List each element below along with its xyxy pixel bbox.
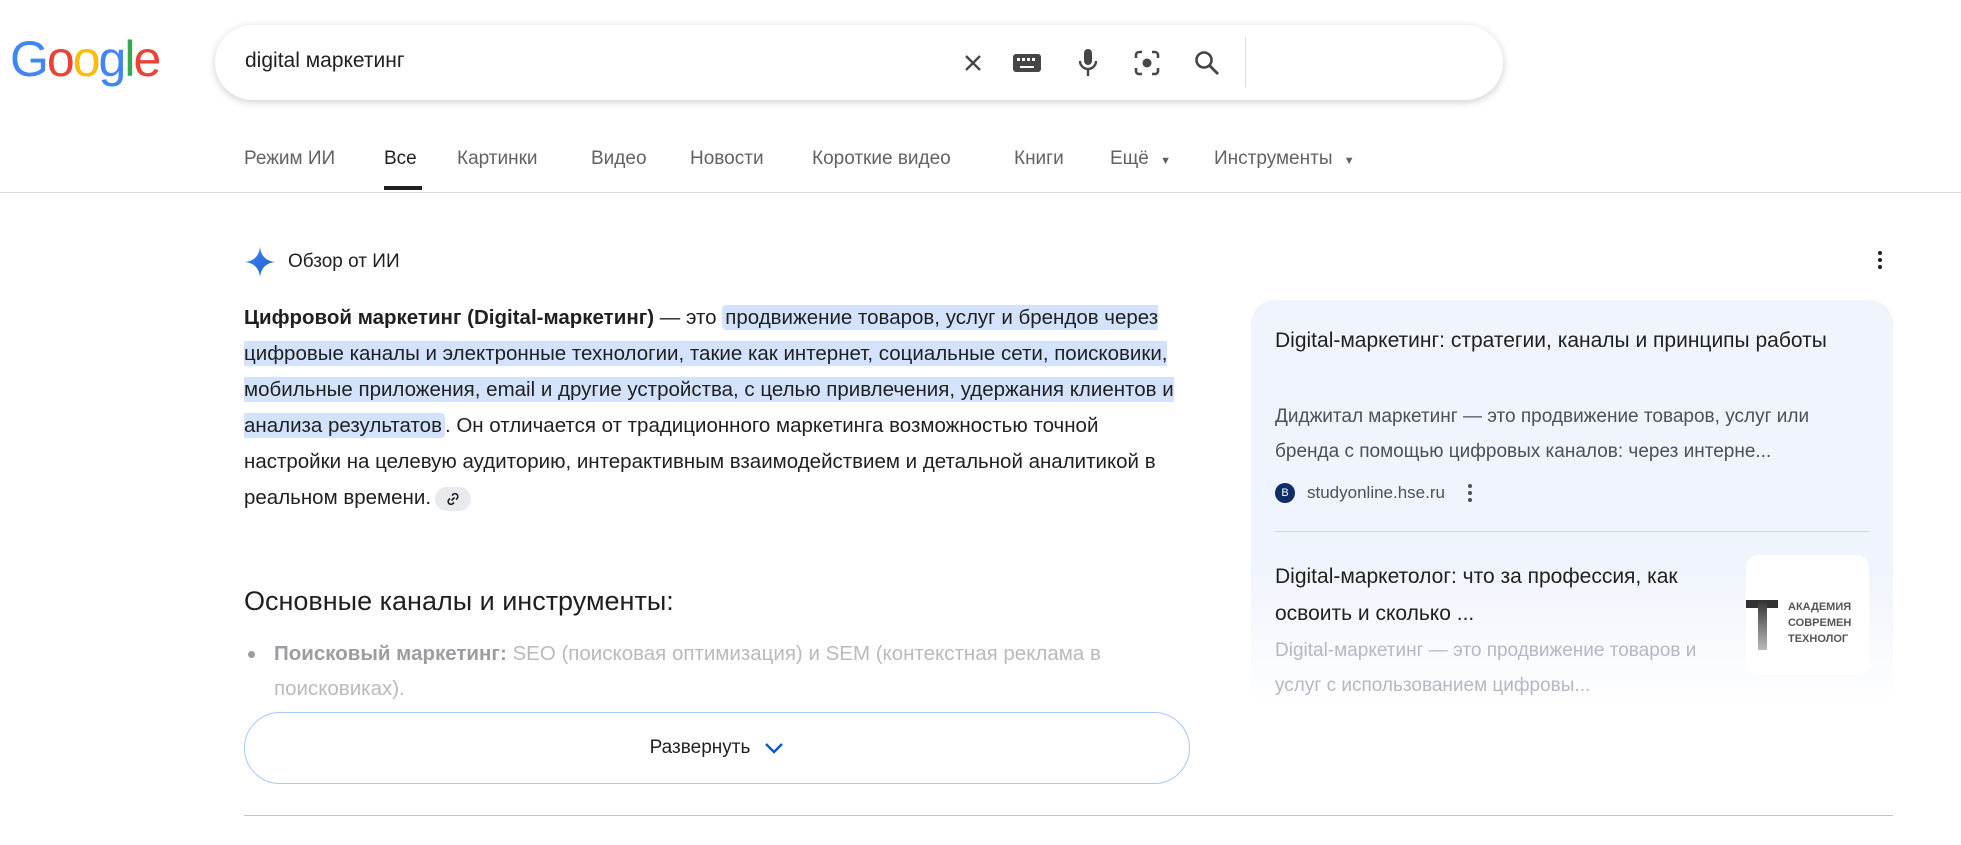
logo-letter: g <box>98 31 127 87</box>
microphone-icon[interactable] <box>1068 43 1108 83</box>
chevron-down-icon <box>765 743 784 754</box>
lens-icon[interactable] <box>1127 43 1167 83</box>
thumbnail-text: АКАДЕМИЯ СОВРЕМЕН ТЕХНОЛОГ <box>1788 599 1851 647</box>
google-logo[interactable]: Google <box>10 30 161 88</box>
section-divider <box>244 815 1893 816</box>
tab-tools-label: Инструменты <box>1214 148 1333 169</box>
search-box[interactable]: digital маркетинг <box>215 25 1503 100</box>
thumb-line: СОВРЕМЕН <box>1788 617 1852 629</box>
logo-letter: G <box>10 31 49 87</box>
tab-video[interactable]: Видео <box>591 148 647 170</box>
source-title[interactable]: Digital-маркетолог: что за профессия, ка… <box>1275 558 1725 632</box>
search-divider <box>1245 37 1246 87</box>
tab-tools[interactable]: Инструменты ▼ <box>1214 148 1355 170</box>
active-tab-indicator <box>384 186 422 190</box>
keyboard-icon[interactable] <box>1007 43 1047 83</box>
gemini-sparkle-icon <box>245 247 275 277</box>
tab-more[interactable]: Ещё ▼ <box>1110 148 1171 170</box>
tab-news[interactable]: Новости <box>690 148 764 170</box>
search-icon[interactable] <box>1187 43 1227 83</box>
ai-overview-header: Обзор от ИИ <box>244 246 400 278</box>
search-input[interactable]: digital маркетинг <box>245 49 405 73</box>
thumb-line: АКАДЕМИЯ <box>1788 601 1852 613</box>
ai-overview-text: Цифровой маркетинг (Digital-маркетинг) —… <box>244 300 1199 516</box>
tab-books[interactable]: Книги <box>1014 148 1064 170</box>
tabs-divider <box>0 192 1961 193</box>
source-snippet: Диджитал маркетинг — это продвижение тов… <box>1275 406 1810 462</box>
tab-short-videos[interactable]: Короткие видео <box>812 148 951 170</box>
logo-letter: e <box>133 31 161 87</box>
ai-overview-title: Обзор от ИИ <box>288 251 400 272</box>
source-thumbnail[interactable]: АКАДЕМИЯ СОВРЕМЕН ТЕХНОЛОГ <box>1746 555 1869 675</box>
sources-panel: Digital-маркетинг: стратегии, каналы и п… <box>1251 300 1893 710</box>
logo-letter: o <box>46 31 75 87</box>
more-options-icon[interactable] <box>1868 248 1892 277</box>
dropdown-arrow-icon: ▼ <box>1343 155 1355 167</box>
source-divider <box>1275 531 1869 532</box>
logo-letter: o <box>72 31 101 87</box>
source-site-label: studyonline.hse.ru <box>1307 483 1445 502</box>
more-options-icon[interactable] <box>1465 482 1475 504</box>
tab-ai-mode[interactable]: Режим ИИ <box>244 148 335 170</box>
logo-t-stem <box>1758 600 1767 650</box>
source-title[interactable]: Digital-маркетинг: стратегии, каналы и п… <box>1275 322 1865 359</box>
link-icon[interactable] <box>435 486 472 511</box>
section-heading: Основные каналы и инструменты: <box>244 586 674 616</box>
source-snippet: Digital-маркетинг — это продвижение това… <box>1275 640 1697 696</box>
expand-button[interactable]: Развернуть <box>244 712 1190 784</box>
term: Цифровой маркетинг (Digital-маркетинг) <box>244 306 655 329</box>
tab-images[interactable]: Картинки <box>457 148 538 170</box>
list-item-title: Поисковый маркетинг: <box>274 642 507 665</box>
list-item: Поисковый маркетинг: SEO (поисковая опти… <box>244 636 1199 706</box>
close-icon[interactable] <box>953 43 993 83</box>
thumb-line: ТЕХНОЛОГ <box>1788 633 1849 645</box>
dropdown-arrow-icon: ▼ <box>1160 155 1172 167</box>
text-dash: — это <box>654 306 723 329</box>
tab-more-label: Ещё <box>1110 148 1149 169</box>
hse-favicon: В <box>1275 483 1295 503</box>
tab-all[interactable]: Все <box>384 148 417 170</box>
expand-label: Развернуть <box>649 737 751 758</box>
source-site[interactable]: В studyonline.hse.ru <box>1275 482 1475 504</box>
